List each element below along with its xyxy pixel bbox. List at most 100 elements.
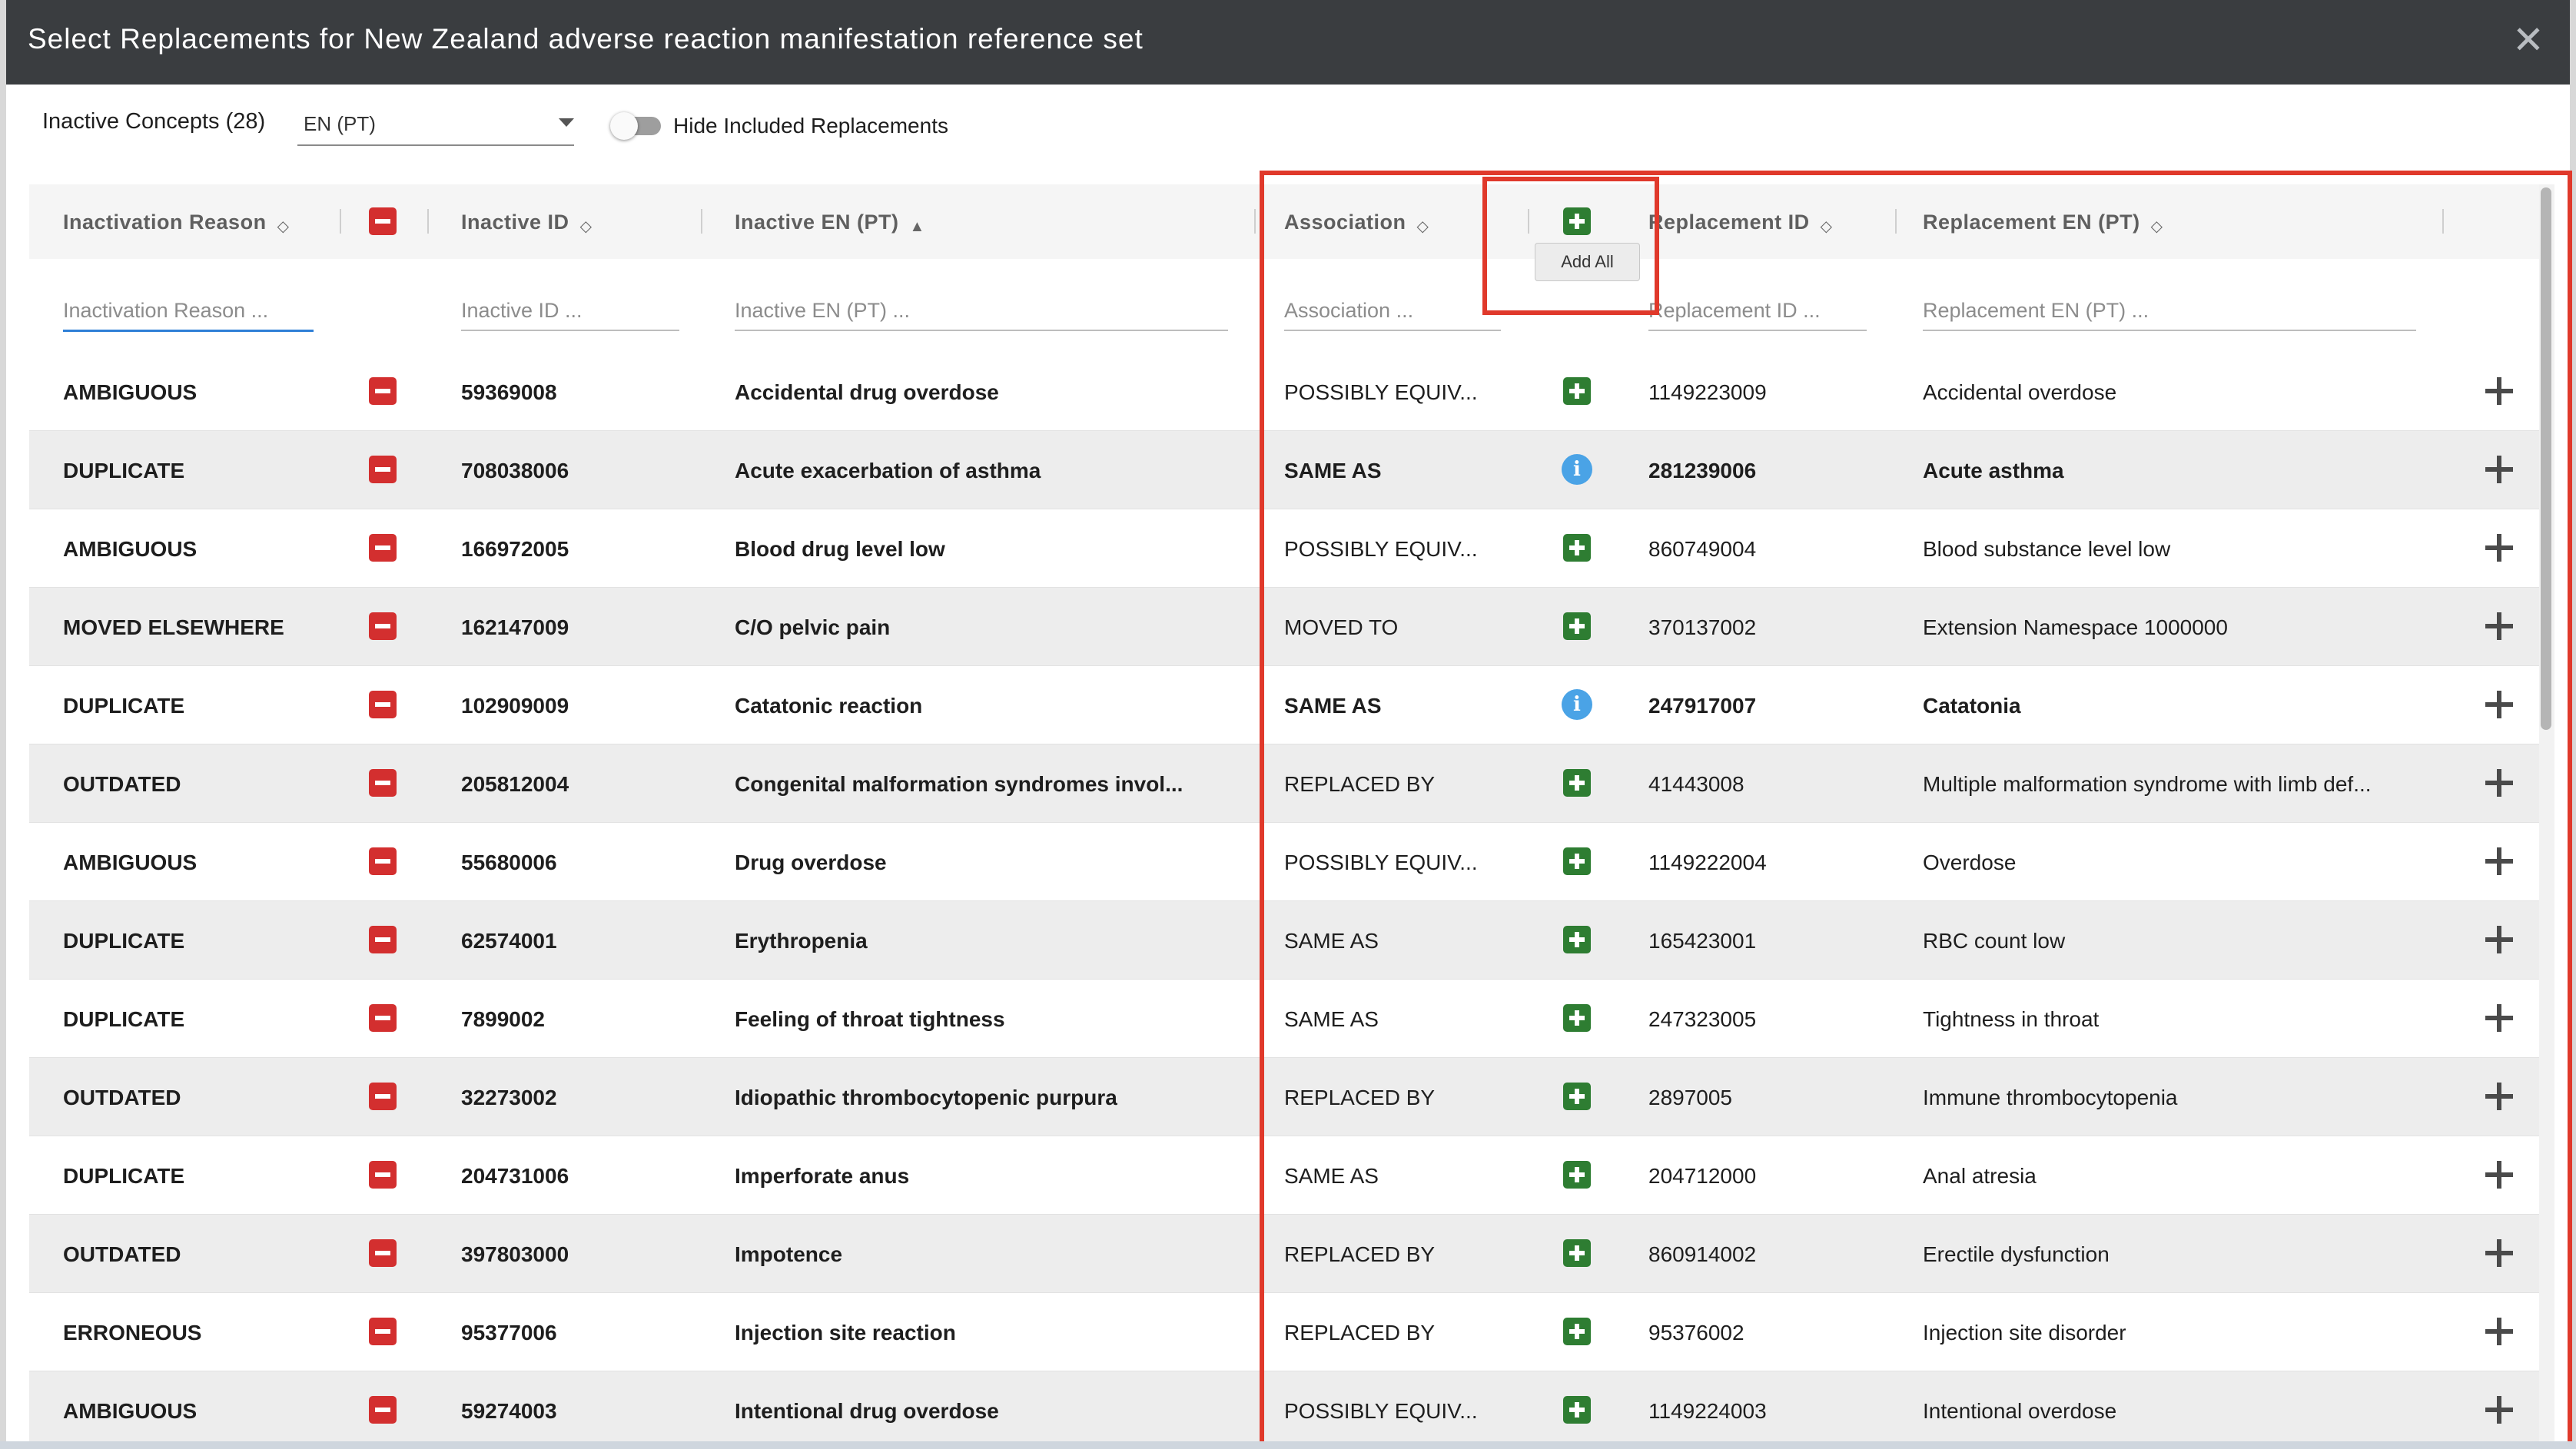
filter-association[interactable]: Association ... bbox=[1284, 299, 1501, 331]
add-replacement-button[interactable] bbox=[1563, 612, 1591, 640]
column-header-inactive-id[interactable]: Inactive ID ◇ bbox=[461, 211, 592, 236]
add-replacement-button[interactable] bbox=[1563, 769, 1591, 797]
inactive-en-cell: Accidental drug overdose bbox=[735, 380, 999, 404]
column-separator[interactable] bbox=[427, 209, 429, 234]
column-separator[interactable] bbox=[340, 209, 341, 234]
add-replacement-plus-icon[interactable] bbox=[2485, 1083, 2513, 1110]
filter-inactivation-reason[interactable]: Inactivation Reason ... bbox=[63, 299, 314, 332]
remove-row-button[interactable] bbox=[369, 1396, 397, 1424]
add-replacement-button[interactable] bbox=[1563, 1239, 1591, 1267]
column-header-inactivation-reason[interactable]: Inactivation Reason ◇ bbox=[63, 211, 289, 236]
remove-row-button[interactable] bbox=[369, 1318, 397, 1345]
add-replacement-button[interactable] bbox=[1563, 534, 1591, 562]
add-replacement-plus-icon[interactable] bbox=[2485, 456, 2513, 483]
table-row[interactable]: OUTDATED 397803000 Impotence REPLACED BY 860… bbox=[29, 1215, 2542, 1294]
add-replacement-button[interactable] bbox=[1563, 1004, 1591, 1032]
add-replacement-button[interactable] bbox=[1563, 1161, 1591, 1189]
add-replacement-button[interactable] bbox=[1563, 377, 1591, 405]
add-replacement-plus-icon[interactable] bbox=[2485, 847, 2513, 875]
replacement-id-cell: 41443008 bbox=[1648, 772, 1744, 796]
replacement-en-cell: Blood substance level low bbox=[1923, 537, 2171, 561]
column-header-association[interactable]: Association ◇ bbox=[1284, 211, 1429, 236]
column-separator[interactable] bbox=[1254, 209, 1256, 234]
remove-row-button[interactable] bbox=[369, 1239, 397, 1267]
remove-row-button[interactable] bbox=[369, 926, 397, 953]
remove-row-button[interactable] bbox=[369, 1004, 397, 1032]
table-row[interactable]: MOVED ELSEWHERE 162147009 C/O pelvic pain M… bbox=[29, 588, 2542, 667]
toolbar: Inactive Concepts (28) EN (PT) Hide Incl… bbox=[6, 85, 2570, 181]
add-replacement-button[interactable] bbox=[1563, 926, 1591, 953]
association-cell: REPLACED BY bbox=[1284, 1321, 1436, 1345]
add-replacement-plus-icon[interactable] bbox=[2485, 534, 2513, 562]
add-replacement-plus-icon[interactable] bbox=[2485, 1396, 2513, 1424]
filter-inactive-en[interactable]: Inactive EN (PT) ... bbox=[735, 299, 1228, 331]
remove-row-button[interactable] bbox=[369, 1083, 397, 1110]
remove-row-button[interactable] bbox=[369, 534, 397, 562]
table-row[interactable]: DUPLICATE 62574001 Erythropenia SAME AS 1654… bbox=[29, 901, 2542, 980]
column-separator[interactable] bbox=[1895, 209, 1897, 234]
filter-replacement-id[interactable]: Replacement ID ... bbox=[1648, 299, 1867, 331]
add-replacement-plus-icon[interactable] bbox=[2485, 1239, 2513, 1267]
column-header-replacement-en[interactable]: Replacement EN (PT) ◇ bbox=[1923, 211, 2163, 236]
table-row[interactable]: ERRONEOUS 95377006 Injection site reaction… bbox=[29, 1293, 2542, 1372]
add-replacement-plus-icon[interactable] bbox=[2485, 1318, 2513, 1345]
add-replacement-plus-icon[interactable] bbox=[2485, 926, 2513, 953]
table-row[interactable]: OUTDATED 32273002 Idiopathic thrombocytope… bbox=[29, 1058, 2542, 1137]
add-replacement-button[interactable] bbox=[1563, 1083, 1591, 1110]
add-replacement-button[interactable] bbox=[1563, 847, 1591, 875]
column-separator[interactable] bbox=[701, 209, 702, 234]
table-row[interactable]: DUPLICATE 204731006 Imperforate anus SAME A… bbox=[29, 1136, 2542, 1215]
table-row[interactable]: DUPLICATE 7899002 Feeling of throat tightn… bbox=[29, 980, 2542, 1059]
add-replacement-plus-icon[interactable] bbox=[2485, 691, 2513, 718]
grid-scrollbar[interactable] bbox=[2539, 184, 2554, 1449]
close-icon[interactable]: ✕ bbox=[2507, 18, 2550, 61]
add-all-button[interactable] bbox=[1563, 207, 1591, 235]
inactive-en-cell: Catatonic reaction bbox=[735, 694, 923, 718]
sort-icon[interactable]: ◇ bbox=[1821, 217, 1833, 236]
add-replacement-plus-icon[interactable] bbox=[2485, 1004, 2513, 1032]
remove-row-button[interactable] bbox=[369, 377, 397, 405]
filter-replacement-en[interactable]: Replacement EN (PT) ... bbox=[1923, 299, 2416, 331]
sort-ascending-icon[interactable]: ▲ bbox=[910, 218, 925, 236]
inactive-en-cell: Imperforate anus bbox=[735, 1164, 910, 1188]
association-cell: REPLACED BY bbox=[1284, 772, 1436, 796]
remove-row-button[interactable] bbox=[369, 612, 397, 640]
hide-included-toggle[interactable] bbox=[610, 112, 664, 140]
table-row[interactable]: AMBIGUOUS 59369008 Accidental drug overdos… bbox=[29, 353, 2542, 432]
replacement-id-cell: 2897005 bbox=[1648, 1086, 1733, 1109]
inactive-en-cell: Intentional drug overdose bbox=[735, 1399, 999, 1423]
column-separator[interactable] bbox=[1528, 209, 1529, 234]
table-row[interactable]: AMBIGUOUS 55680006 Drug overdose POSSIBLY E… bbox=[29, 823, 2542, 902]
replacements-grid: Inactivation Reason ◇ Inactive ID ◇ Inacti… bbox=[29, 184, 2542, 1449]
remove-row-button[interactable] bbox=[369, 691, 397, 718]
table-row[interactable]: OUTDATED 205812004 Congenital malformation… bbox=[29, 744, 2542, 824]
filter-inactive-id[interactable]: Inactive ID ... bbox=[461, 299, 679, 331]
inactive-id-cell: 59369008 bbox=[461, 380, 557, 404]
column-header-replacement-id[interactable]: Replacement ID ◇ bbox=[1648, 211, 1832, 236]
sort-icon[interactable]: ◇ bbox=[2151, 217, 2163, 236]
sort-icon[interactable]: ◇ bbox=[1417, 217, 1429, 236]
sort-icon[interactable]: ◇ bbox=[580, 217, 593, 236]
add-replacement-button[interactable] bbox=[1563, 1396, 1591, 1424]
table-row[interactable]: AMBIGUOUS 59274003 Intentional drug overdo… bbox=[29, 1371, 2542, 1449]
add-replacement-plus-icon[interactable] bbox=[2485, 612, 2513, 640]
add-replacement-plus-icon[interactable] bbox=[2485, 377, 2513, 405]
table-row[interactable]: DUPLICATE 102909009 Catatonic reaction SAME… bbox=[29, 666, 2542, 745]
column-header-inactive-en[interactable]: Inactive EN (PT) ▲ bbox=[735, 211, 925, 236]
sort-icon[interactable]: ◇ bbox=[277, 217, 290, 236]
scrollbar-thumb[interactable] bbox=[2541, 187, 2551, 730]
remove-all-button[interactable] bbox=[369, 207, 397, 235]
table-row[interactable]: DUPLICATE 708038006 Acute exacerbation of … bbox=[29, 431, 2542, 510]
info-icon[interactable]: i bbox=[1562, 454, 1592, 485]
remove-row-button[interactable] bbox=[369, 456, 397, 483]
add-replacement-plus-icon[interactable] bbox=[2485, 769, 2513, 797]
add-replacement-plus-icon[interactable] bbox=[2485, 1161, 2513, 1189]
remove-row-button[interactable] bbox=[369, 1161, 397, 1189]
remove-row-button[interactable] bbox=[369, 847, 397, 875]
add-replacement-button[interactable] bbox=[1563, 1318, 1591, 1345]
language-select[interactable]: EN (PT) bbox=[297, 108, 574, 146]
table-row[interactable]: AMBIGUOUS 166972005 Blood drug level low PO… bbox=[29, 509, 2542, 589]
remove-row-button[interactable] bbox=[369, 769, 397, 797]
info-icon[interactable]: i bbox=[1562, 689, 1592, 720]
column-separator[interactable] bbox=[2442, 209, 2444, 234]
